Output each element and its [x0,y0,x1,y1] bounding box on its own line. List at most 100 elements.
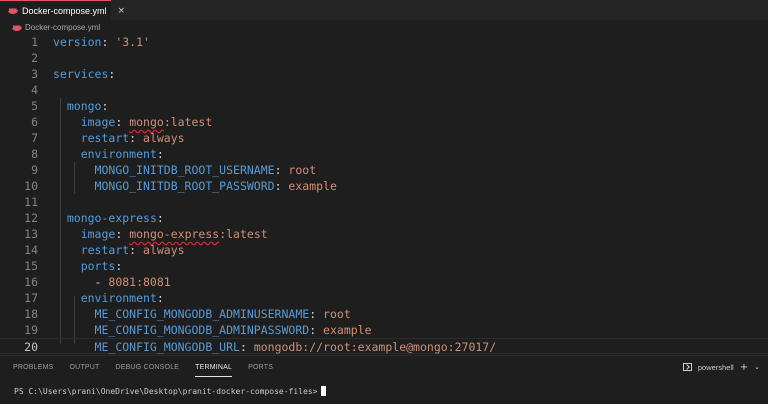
tab-output[interactable]: OUTPUT [70,364,100,371]
punctuation-token: - [53,275,109,289]
code-line[interactable]: 13 image: mongo-express:latest [0,226,768,242]
yaml-key-token: ME_CONFIG_MONGODB_ADMINPASSWORD [94,323,310,337]
yaml-key-token: restart [80,243,130,257]
code-line[interactable]: 20 ME_CONFIG_MONGODB_URL: mongodb://root… [0,338,768,354]
yaml-value-token: always [143,131,185,145]
chevron-down-icon[interactable]: ⌄ [754,363,760,371]
punctuation-token [53,131,81,145]
add-terminal-button[interactable]: + [740,362,748,373]
code-line[interactable]: 9 MONGO_INITDB_ROOT_USERNAME: root [0,162,768,178]
line-content: environment: [53,290,164,306]
tab-label: Docker-compose.yml [22,5,107,16]
code-line[interactable]: 3 services: [0,66,768,82]
yaml-key-token: MONGO_INITDB_ROOT_PASSWORD [94,179,275,193]
punctuation-token: : [156,211,164,225]
code-line[interactable]: 8 environment: [0,146,768,162]
line-content: mongo-express: [53,210,164,226]
code-line[interactable]: 2 [0,50,768,66]
yaml-value-token: 8081:8081 [108,275,171,289]
tab-ports[interactable]: PORTS [248,364,273,371]
yaml-key-token: MONGO_INITDB_ROOT_USERNAME [94,163,275,177]
line-content: restart: always [53,130,185,146]
line-content: ME_CONFIG_MONGODB_ADMINPASSWORD: example [53,322,372,338]
line-number: 14 [24,243,38,257]
punctuation-token [53,99,67,113]
line-number: 9 [31,163,38,177]
punctuation-token [53,307,95,321]
shell-name[interactable]: powershell [698,363,734,372]
line-content: image: mongo-express:latest [53,226,268,242]
line-content: MONGO_INITDB_ROOT_PASSWORD: example [53,178,337,194]
punctuation-token: : [129,243,144,257]
line-number: 7 [31,131,38,145]
punctuation-token: : [115,115,130,129]
code-line[interactable]: 17 environment: [0,290,768,306]
punctuation-token: : [129,131,144,145]
editor-tab-bar: Docker-compose.yml × [0,0,768,20]
yaml-key-token: ME_CONFIG_MONGODB_URL [94,340,240,354]
code-line[interactable]: 12 mongo-express: [0,210,768,226]
code-line[interactable]: 16 - 8081:8081 [0,274,768,290]
yaml-value-token: example [288,179,337,193]
punctuation-token: : [309,323,324,337]
tab-docker-compose[interactable]: Docker-compose.yml × [0,0,125,20]
line-number: 11 [24,195,38,209]
code-line[interactable]: 10 MONGO_INITDB_ROOT_PASSWORD: example [0,178,768,194]
yaml-value-token: '3.1' [115,35,150,49]
punctuation-token: : [274,163,289,177]
tab-terminal[interactable]: TERMINAL [195,364,233,377]
code-line[interactable]: 1 version: '3.1' [0,34,768,50]
punctuation-token [53,163,95,177]
line-content: ME_CONFIG_MONGODB_URL: mongodb://root:ex… [53,339,497,355]
code-editor[interactable]: 1 version: '3.1' 2 3 services: 4 5 mongo: 6 ima… [0,34,768,354]
punctuation-token [53,259,81,273]
yaml-value-token: root [323,307,351,321]
breadcrumb-item-file[interactable]: Docker-compose.yml [25,23,100,32]
yaml-value-token: :latest [219,227,268,241]
code-line[interactable]: 7 restart: always [0,130,768,146]
code-line[interactable]: 19 ME_CONFIG_MONGODB_ADMINPASSWORD: exam… [0,322,768,338]
punctuation-token: : [156,147,164,161]
punctuation-token [53,147,81,161]
yaml-key-token: environment [80,147,157,161]
line-number: 6 [31,115,38,129]
code-line[interactable]: 15 ports: [0,258,768,274]
line-content: mongo: [53,98,109,114]
line-number: 18 [24,307,38,321]
line-number: 5 [31,99,38,113]
terminal-prompt-line[interactable]: PS C:\Users\prani\OneDrive\Desktop\prani… [14,386,327,396]
punctuation-token [53,115,81,129]
docker-whale-icon [8,7,18,14]
line-content: version: '3.1' [53,34,150,50]
punctuation-token [53,179,95,193]
close-icon[interactable]: × [118,6,126,16]
tab-problems[interactable]: PROBLEMS [13,364,54,371]
terminal-icon [682,363,692,371]
yaml-key-token: image [80,115,116,129]
breadcrumb: Docker-compose.yml [0,20,768,34]
line-number: 12 [24,211,38,225]
punctuation-token [53,291,81,305]
error-squiggle-token: mongo [129,115,164,129]
punctuation-token: : [101,35,116,49]
yaml-key-token: mongo-express [66,211,157,225]
yaml-value-token: :latest [163,115,213,129]
punctuation-token [53,323,95,337]
punctuation-token [53,243,81,257]
code-line[interactable]: 18 ME_CONFIG_MONGODB_ADMINUSERNAME: root [0,306,768,322]
line-content: ports: [53,258,123,274]
yaml-value-token: root [288,163,317,177]
line-number: 8 [31,147,38,161]
line-content: image: mongo:latest [53,114,213,130]
code-line[interactable]: 4 [0,82,768,98]
tab-debug-console[interactable]: DEBUG CONSOLE [115,364,179,371]
line-number: 2 [31,51,38,65]
line-content: restart: always [53,242,185,258]
code-line[interactable]: 14 restart: always [0,242,768,258]
line-content: services: [53,66,115,82]
code-line[interactable]: 11 [0,194,768,210]
punctuation-token [53,227,81,241]
code-line[interactable]: 6 image: mongo:latest [0,114,768,130]
code-line[interactable]: 5 mongo: [0,98,768,114]
yaml-key-token: restart [80,131,130,145]
